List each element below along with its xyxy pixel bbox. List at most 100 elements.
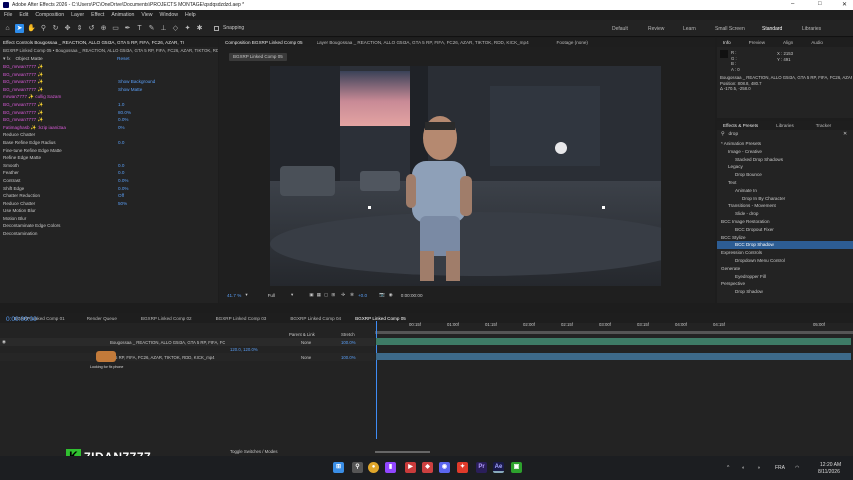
workspace-small-screen[interactable]: Small Screen xyxy=(715,26,745,32)
effect-property-row[interactable]: BG_mrwan7777 ✨ 0.0% xyxy=(3,116,218,124)
guides-icon[interactable]: ⊞ xyxy=(331,292,335,298)
snapping-checkbox[interactable] xyxy=(214,25,219,31)
effect-property-row[interactable]: BG_mrwan7777 ✨ 1.0 xyxy=(3,101,218,109)
timeline-timecode[interactable]: 0:00:00:00 xyxy=(6,316,37,323)
parent-dropdown[interactable]: None xyxy=(301,355,311,360)
property-value[interactable]: Show Matte xyxy=(118,86,142,94)
effect-property-row[interactable]: Chatter Reduction Off xyxy=(3,192,218,200)
property-value[interactable]: 50% xyxy=(118,200,127,208)
effects-tree-item[interactable]: BCC Stylize xyxy=(717,234,853,242)
composition-tab[interactable]: Composition BGXRP Linked Comp 05 xyxy=(225,40,303,45)
layer-name[interactable]: 5 RP, FIFA, FC26, AZAR, TIKTOK, RDD, KIC… xyxy=(115,355,225,360)
layer-row[interactable]: ◉ Bougossaa _ REACTION, ALLO G5I3A, GTA … xyxy=(0,338,375,346)
clock-time[interactable]: 12:20 AM xyxy=(820,462,841,468)
effects-tree-item[interactable]: Drop Bounce xyxy=(717,171,853,179)
clear-search-icon[interactable]: ✕ xyxy=(843,132,847,137)
reset-link[interactable]: Reset xyxy=(117,57,130,62)
effect-property-row[interactable]: Base Refine Edge Radius 0.0 xyxy=(3,139,218,147)
show-snapshot-icon[interactable]: ◉ xyxy=(389,292,393,298)
effect-property-row[interactable]: Contrast 0.0% xyxy=(3,177,218,185)
app-icon-2[interactable]: ✦ xyxy=(457,462,468,473)
eraser-tool-icon[interactable]: ◇ xyxy=(171,24,180,33)
chevron-down-icon[interactable]: ▾ xyxy=(291,292,293,298)
wifi-icon[interactable]: ◠ xyxy=(795,465,799,471)
tab-align[interactable]: Align xyxy=(783,40,793,45)
effects-tree-item[interactable]: Text xyxy=(717,179,853,187)
pan-behind-tool-icon[interactable]: ⊕ xyxy=(99,24,108,33)
menu-view[interactable]: View xyxy=(141,12,152,18)
close-button[interactable]: ✕ xyxy=(842,1,847,8)
tab-libraries[interactable]: Libraries xyxy=(776,123,794,128)
layer-tab[interactable]: Layer Bougossaa _ REACTION, ALLO G5I3A, … xyxy=(317,40,547,45)
menu-file[interactable]: File xyxy=(4,12,12,18)
menu-animation[interactable]: Animation xyxy=(111,12,134,18)
toggle-switches-modes[interactable]: Toggle Switches / Modes xyxy=(230,449,278,454)
clock-date[interactable]: 8/11/2026 xyxy=(818,469,840,475)
time-ruler[interactable]: 00:15f 01:00f 01:15f 02:00f 02:15f 03:00… xyxy=(375,321,853,331)
effects-tree-item[interactable]: BCC Image Restoration xyxy=(717,218,853,226)
effect-property-row[interactable]: Refine Edge Matte xyxy=(3,154,218,162)
effect-property-row[interactable]: BG_mrwan7777 ✨ 80.0% xyxy=(3,109,218,117)
snapshot-icon[interactable]: 📷 xyxy=(379,292,385,298)
effect-property-row[interactable]: Feather 0.0 xyxy=(3,169,218,177)
effect-controls-tab[interactable]: Effect Controls Bougossaa _ REACTION, AL… xyxy=(0,38,218,47)
home-icon[interactable]: ⌂ xyxy=(3,24,12,33)
effect-property-row[interactable]: Reduce Chatter xyxy=(3,131,218,139)
pan-tool-icon[interactable]: ✥ xyxy=(63,24,72,33)
brave-icon[interactable]: ◆ xyxy=(422,462,433,473)
comp-chip[interactable]: BGXRP Linked Comp 05 xyxy=(229,53,287,61)
app-icon-3[interactable]: ▣ xyxy=(511,462,522,473)
mask-visibility-icon[interactable]: ▢ xyxy=(324,292,328,298)
search-icon[interactable]: ⚲ xyxy=(352,462,363,473)
menu-help[interactable]: Help xyxy=(185,12,196,18)
property-value[interactable]: Off xyxy=(118,192,124,200)
workspace-default[interactable]: Default xyxy=(612,26,628,32)
viewer-timecode[interactable]: 0:00:00:00 xyxy=(401,293,423,298)
rotation-tool-icon[interactable]: ↺ xyxy=(87,24,96,33)
effect-property-row[interactable]: BG_mrwan7777 ✨ xyxy=(3,63,218,71)
roto-brush-tool-icon[interactable]: ✦ xyxy=(183,24,192,33)
tab-comp-04[interactable]: BGXRP Linked Comp 04 xyxy=(290,316,341,321)
effects-tree-item[interactable]: Legacy xyxy=(717,163,853,171)
zoom-slider[interactable] xyxy=(375,451,430,453)
layer-row[interactable]: 5 RP, FIFA, FC26, AZAR, TIKTOK, RDD, KIC… xyxy=(0,353,375,361)
collapse-arrow-icon[interactable]: ▾ fx xyxy=(3,57,10,62)
effects-tree-item[interactable]: BCC Dropout Fixer xyxy=(717,226,853,234)
workspace-review[interactable]: Review xyxy=(648,26,664,32)
tab-audio[interactable]: Audio xyxy=(811,40,823,45)
parent-dropdown[interactable]: None xyxy=(301,340,311,345)
effect-property-row[interactable]: BG_mrwan7777 ✨ xyxy=(3,71,218,79)
workspace-learn[interactable]: Learn xyxy=(683,26,696,32)
effects-tree-item[interactable]: Drop In By Character xyxy=(717,195,853,203)
region-of-interest-icon[interactable]: ▣ xyxy=(309,292,313,298)
tray-icon[interactable]: ◑ xyxy=(757,465,760,471)
tab-comp-05[interactable]: BGXRP Linked Comp 05 xyxy=(355,316,406,321)
layer-bar[interactable] xyxy=(376,338,851,345)
effect-property-row[interactable]: BG_mrwan7777 ✨ Show Matte xyxy=(3,86,218,94)
menu-window[interactable]: Window xyxy=(160,12,178,18)
language-indicator[interactable]: FRA xyxy=(775,465,785,471)
effect-property-row[interactable]: Motion Blur xyxy=(3,215,218,223)
property-value[interactable]: 0.0 xyxy=(118,169,124,177)
app-icon[interactable]: ▶ xyxy=(405,462,416,473)
minimize-button[interactable]: – xyxy=(791,1,794,7)
chevron-down-icon[interactable]: ▾ xyxy=(245,292,247,298)
menu-composition[interactable]: Composition xyxy=(35,12,64,18)
effects-tree-item[interactable]: Generate xyxy=(717,265,853,273)
menu-effect[interactable]: Effect xyxy=(91,12,104,18)
tab-info[interactable]: Info xyxy=(723,40,731,45)
effects-tree-item[interactable]: Stacked Drop Shadows xyxy=(717,156,853,164)
footage-tab[interactable]: Footage (none) xyxy=(557,40,588,45)
effect-property-row[interactable]: Decontamination xyxy=(3,230,218,238)
effects-tree-item[interactable]: Dropdown Menu Control xyxy=(717,257,853,265)
property-value[interactable]: 0.0% xyxy=(118,116,128,124)
effects-tree-item[interactable]: * Animation Presets xyxy=(717,140,853,148)
effect-property-row[interactable]: Fatimaghasb ✨ :kzip iaani3aa 0% xyxy=(3,124,218,132)
work-area-bar[interactable] xyxy=(375,331,853,334)
workspace-libraries[interactable]: Libraries xyxy=(802,26,821,32)
zoom-tool-icon[interactable]: ⚲ xyxy=(39,24,48,33)
property-value[interactable]: Show Background xyxy=(118,78,155,86)
effects-tree-item[interactable]: Transitions - Movement xyxy=(717,202,853,210)
property-value[interactable]: 1.0 xyxy=(118,101,124,109)
hand-tool-icon[interactable]: ✋ xyxy=(27,24,36,33)
